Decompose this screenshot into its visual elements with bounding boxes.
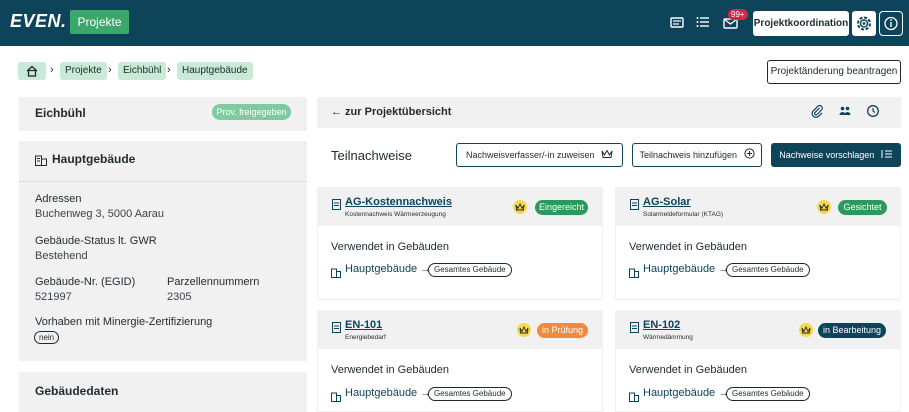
mail-icon[interactable] — [668, 13, 686, 31]
chevron-right-icon: › — [167, 64, 171, 76]
document-icon — [630, 320, 639, 333]
proof-card-body — [615, 348, 901, 412]
egid-label: Gebäude-Nr. (EGID) — [35, 276, 136, 288]
proof-card-body — [317, 348, 603, 412]
address-value: Buchenweg 3, 5000 Aarau — [35, 208, 165, 220]
used-in-buildings-label: Verwendet in Gebäuden — [331, 364, 450, 376]
document-icon — [332, 320, 341, 333]
section-title: Teilnachweise — [331, 148, 412, 163]
parcel-value: 2305 — [167, 291, 192, 303]
crown-icon — [513, 200, 527, 214]
project-status-badge: Prov. freigegeben — [212, 104, 291, 120]
chevron-right-icon: › — [108, 64, 112, 76]
status-badge: Gesichtet — [838, 200, 887, 215]
project-title: Eichbühl — [35, 106, 86, 120]
paperclip-icon[interactable] — [810, 104, 824, 118]
proof-name-link[interactable]: AG-Solar — [643, 196, 691, 208]
home-icon — [18, 65, 46, 84]
proof-name-link[interactable]: EN-102 — [643, 319, 680, 331]
projects-button[interactable]: Projekte — [70, 10, 129, 34]
building-scope-pill: Gesamtes Gebäude — [726, 263, 810, 277]
building-link[interactable]: Hauptgebäude → — [643, 263, 729, 275]
building-link[interactable]: Hauptgebäude → — [345, 263, 431, 275]
status-badge: in Bearbeitung — [818, 323, 886, 338]
gwr-status-value: Bestehend — [35, 250, 88, 262]
plus-circle-icon — [743, 145, 755, 167]
clock-icon[interactable] — [866, 104, 880, 118]
building-icon — [35, 153, 47, 171]
building-icon — [629, 389, 639, 402]
building-icon — [629, 265, 639, 278]
crown-icon — [517, 323, 531, 337]
list-icon — [881, 144, 893, 168]
proof-name-link[interactable]: EN-101 — [345, 319, 382, 331]
building-link[interactable]: Hauptgebäude → — [345, 387, 431, 399]
info-icon — [880, 16, 902, 39]
app-logo[interactable]: EVEN. — [10, 11, 67, 32]
add-partial-proof-button[interactable]: Teilnachweis hinzufügen — [632, 143, 762, 167]
divider — [19, 181, 307, 182]
building-data-title[interactable]: Gebäudedaten — [35, 384, 118, 398]
document-icon — [332, 197, 341, 210]
status-badge: Eingereicht — [535, 200, 588, 215]
gwr-status-label: Gebäude-Status lt. GWR — [35, 235, 157, 247]
proof-subtitle: Solarmeldeformular (KTAG) — [643, 211, 724, 218]
assign-author-label: Nachweisverfasser/-in zuweisen — [465, 150, 595, 160]
document-icon — [630, 197, 639, 210]
change-request-button[interactable]: Projektänderung beantragen — [767, 60, 901, 84]
info-button[interactable] — [879, 11, 903, 36]
gear-icon — [852, 16, 876, 40]
building-link[interactable]: Hauptgebäude → — [643, 387, 729, 399]
breadcrumb-item-projects[interactable]: Projekte — [60, 62, 107, 80]
back-to-overview-link[interactable]: ← zur Projektübersicht — [331, 106, 451, 118]
proof-name-link[interactable]: AG-Kostennachweis — [345, 196, 452, 208]
crown-icon — [799, 323, 813, 337]
suggest-proofs-button[interactable]: Nachweise vorschlagen — [771, 143, 901, 167]
egid-value: 521997 — [35, 291, 72, 303]
settings-button[interactable] — [852, 11, 876, 36]
role-button[interactable]: Projektkoordination — [753, 11, 849, 36]
chevron-right-icon: › — [50, 64, 54, 76]
parcel-label: Parzellennummern — [167, 276, 260, 288]
crown-outline-icon — [601, 145, 613, 167]
used-in-buildings-label: Verwendet in Gebäuden — [629, 364, 748, 376]
breadcrumb-item-building[interactable]: Hauptgebäude — [177, 62, 253, 80]
minergie-value: nein — [34, 331, 60, 344]
breadcrumb-home[interactable] — [18, 62, 46, 80]
add-partial-proof-label: Teilnachweis hinzufügen — [639, 150, 738, 160]
suggest-proofs-label: Nachweise vorschlagen — [779, 150, 875, 160]
proof-subtitle: Wärmedämmung — [643, 334, 693, 341]
building-title: Hauptgebäude — [52, 152, 136, 166]
building-icon — [331, 265, 341, 278]
crown-icon — [817, 200, 831, 214]
notification-badge: 99+ — [728, 9, 748, 20]
users-icon[interactable] — [838, 104, 852, 118]
building-scope-pill: Gesamtes Gebäude — [428, 387, 512, 401]
tasks-icon[interactable] — [694, 13, 712, 31]
minergie-label: Vorhaben mit Minergie-Zertifizierung — [35, 316, 213, 328]
proof-subtitle: Kostennachweis Wärmeerzeugung — [345, 211, 446, 218]
breadcrumb-item-project[interactable]: Eichbühl — [118, 62, 167, 80]
building-scope-pill: Gesamtes Gebäude — [726, 387, 810, 401]
top-bar: EVEN. Projekte 99+ Projektkoordination — [0, 0, 909, 46]
assign-author-button[interactable]: Nachweisverfasser/-in zuweisen — [456, 143, 623, 167]
building-scope-pill: Gesamtes Gebäude — [428, 263, 512, 277]
used-in-buildings-label: Verwendet in Gebäuden — [331, 241, 450, 253]
address-label: Adressen — [35, 193, 82, 205]
used-in-buildings-label: Verwendet in Gebäuden — [629, 241, 748, 253]
proof-subtitle: Energiebedarf — [345, 334, 386, 341]
status-badge: in Prüfung — [537, 323, 588, 338]
building-icon — [331, 389, 341, 402]
